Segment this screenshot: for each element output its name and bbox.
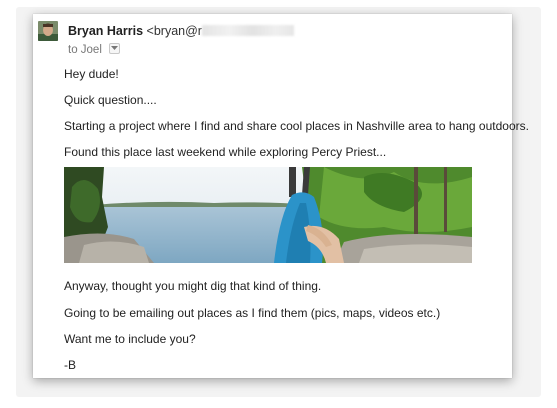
email-message: Bryan Harris <bryan@r to Joel Hey dude! …: [33, 14, 529, 378]
body-line: Anyway, thought you might dig that kind …: [64, 279, 322, 293]
sender-name: Bryan Harris: [68, 24, 144, 38]
body-line: Found this place last weekend while expl…: [64, 145, 387, 159]
body-line: Going to be emailing out places as I fin…: [64, 306, 441, 320]
body-line: Hey dude!: [64, 67, 119, 81]
email-header: Bryan Harris <bryan@r to Joel: [38, 21, 512, 61]
lake-hammock-photo[interactable]: [64, 167, 472, 263]
body-line: Starting a project where I find and shar…: [64, 119, 529, 133]
recipient-label: to Joel: [68, 44, 102, 56]
body-line: Want me to include you?: [64, 332, 196, 346]
signature: -B: [64, 358, 76, 372]
body-line: Quick question....: [64, 93, 157, 107]
sender-line: Bryan Harris <bryan@r: [68, 24, 294, 38]
avatar-icon[interactable]: [38, 21, 58, 41]
redacted-email: [201, 25, 294, 36]
chevron-down-icon[interactable]: [109, 43, 121, 54]
sender-email: <bryan@r: [146, 24, 202, 38]
recipient-line: to Joel: [68, 43, 121, 56]
